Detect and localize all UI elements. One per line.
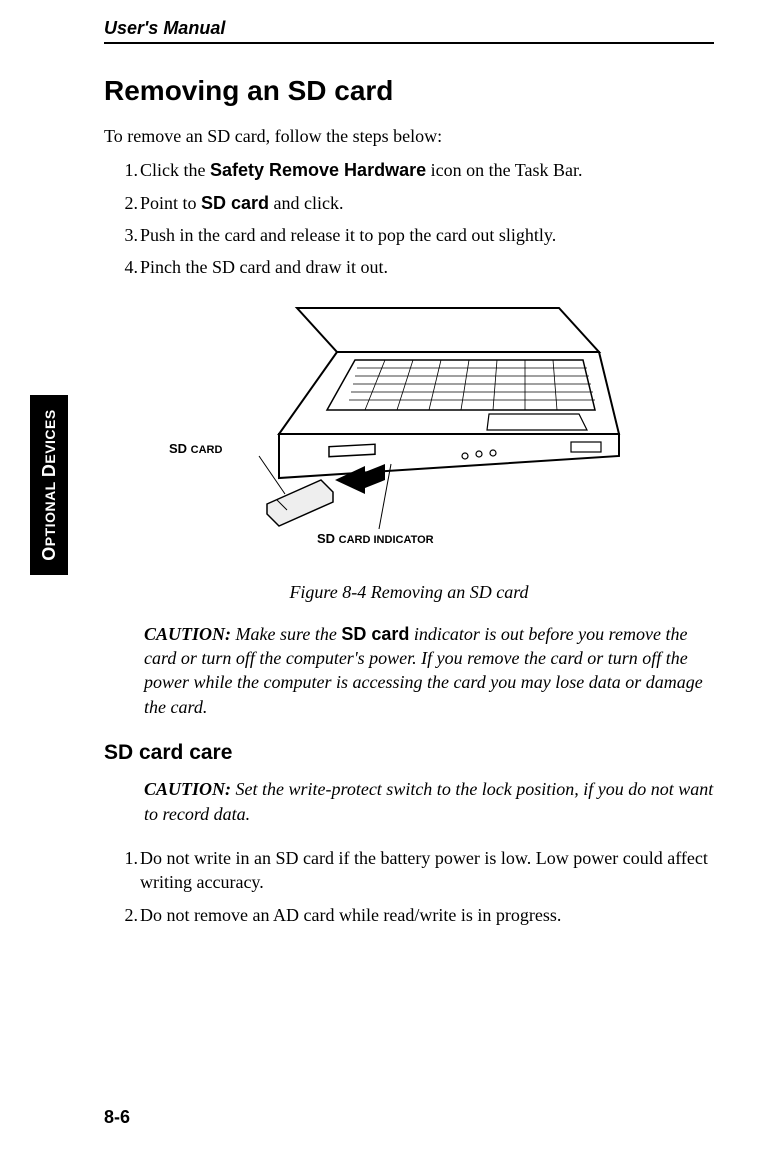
list-item: Push in the card and release it to pop t…	[128, 223, 714, 247]
side-tab-char: O	[39, 546, 59, 561]
side-tab-label: OPTIONAL DEVICES	[37, 409, 61, 560]
page-number: 8-6	[104, 1105, 130, 1129]
header-rule	[104, 42, 714, 44]
list-item: Click the Safety Remove Hardware icon on…	[128, 158, 714, 182]
caution-label: CAUTION:	[144, 624, 231, 644]
figure-caption: Figure 8-4 Removing an SD card	[104, 580, 714, 604]
subsection-heading: SD card care	[104, 739, 714, 767]
caution-block: CAUTION: Make sure the SD card indicator…	[144, 622, 714, 719]
step-text: Point to	[140, 193, 201, 213]
side-tab-part: PTIONAL	[42, 477, 58, 546]
running-head: User's Manual	[104, 16, 714, 42]
list-item: Do not remove an AD card while read/writ…	[128, 903, 714, 927]
label-small: CARD INDICATOR	[339, 534, 434, 546]
step-text: icon on the Task Bar.	[426, 160, 582, 180]
lead-paragraph: To remove an SD card, follow the steps b…	[104, 124, 714, 148]
side-tab-char: D	[39, 464, 59, 478]
care-steps-list: Do not write in an SD card if the batter…	[104, 846, 714, 927]
caution-label: CAUTION:	[144, 779, 231, 799]
side-tab-optional-devices: OPTIONAL DEVICES	[30, 395, 68, 575]
list-item: Do not write in an SD card if the batter…	[128, 846, 714, 895]
list-item: Pinch the SD card and draw it out.	[128, 255, 714, 279]
step-bold: Safety Remove Hardware	[210, 160, 426, 180]
label-big: SD	[169, 441, 191, 456]
laptop-illustration	[189, 304, 629, 554]
caution-bold: SD card	[341, 624, 409, 644]
removal-steps-list: Click the Safety Remove Hardware icon on…	[104, 158, 714, 279]
label-small: CARD	[191, 444, 223, 456]
step-text: and click.	[269, 193, 343, 213]
step-text: Click the	[140, 160, 210, 180]
caution-text: Make sure the	[231, 624, 341, 644]
figure-sd-card: SD CARD SD CARD INDICATOR	[189, 304, 629, 554]
figure-label-sd-indicator: SD CARD INDICATOR	[317, 530, 434, 548]
side-tab-part: EVICES	[42, 409, 58, 463]
label-big: SD	[317, 531, 339, 546]
figure-label-sd-card: SD CARD	[169, 440, 222, 458]
manual-page: User's Manual OPTIONAL DEVICES Removing …	[0, 0, 774, 1159]
section-heading: Removing an SD card	[104, 72, 714, 110]
list-item: Point to SD card and click.	[128, 191, 714, 215]
caution-block: CAUTION: Set the write-protect switch to…	[144, 777, 714, 826]
step-bold: SD card	[201, 193, 269, 213]
